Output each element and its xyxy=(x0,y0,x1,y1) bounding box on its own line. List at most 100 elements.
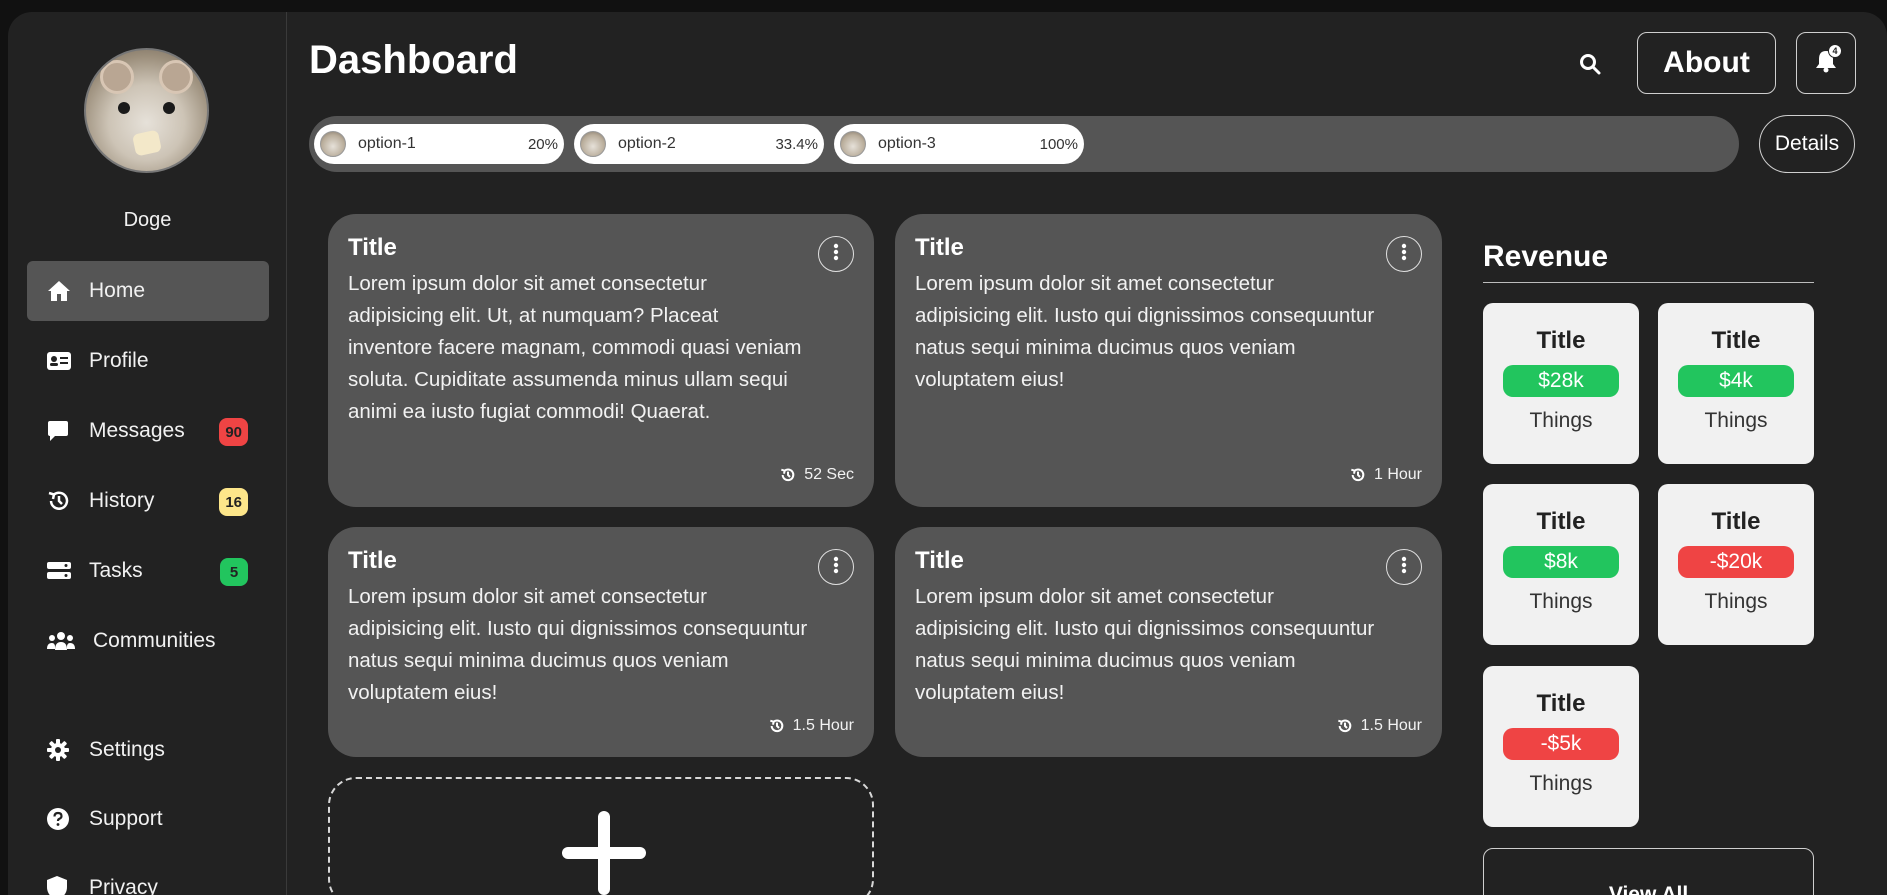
shield-icon xyxy=(47,876,77,895)
add-card-button[interactable] xyxy=(328,777,874,895)
card-timestamp: 52 Sec xyxy=(780,466,854,484)
sidebar-item-label: Communities xyxy=(93,629,216,652)
option-percent: 33.4% xyxy=(775,135,818,153)
message-icon xyxy=(47,419,77,443)
sidebar-item-label: Home xyxy=(89,279,146,302)
sidebar-item-support[interactable]: Support xyxy=(27,789,269,849)
sidebar-bottom-nav: Settings Support Privacy xyxy=(27,720,269,895)
username: Doge xyxy=(123,209,172,231)
sidebar-item-communities[interactable]: Communities xyxy=(27,611,269,671)
option-pill[interactable]: option-1 20% xyxy=(314,124,564,164)
card-title: Title xyxy=(915,234,964,261)
sidebar-item-label: Support xyxy=(89,807,163,830)
history-icon xyxy=(47,489,77,513)
card-body: Lorem ipsum dolor sit amet consectetur a… xyxy=(348,585,808,704)
messages-badge: 90 xyxy=(219,418,248,446)
revenue-divider xyxy=(1483,282,1814,283)
more-vertical-icon xyxy=(1401,556,1407,579)
card-time-label: 1.5 Hour xyxy=(1360,717,1422,734)
revenue-card[interactable]: Title $8k Things xyxy=(1483,484,1639,645)
notification-count: 4 xyxy=(1828,44,1842,58)
sidebar-item-settings[interactable]: Settings xyxy=(27,720,269,780)
card-menu-button[interactable] xyxy=(818,549,854,585)
card-title: Title xyxy=(348,234,397,261)
option-avatar xyxy=(840,131,866,157)
option-label: option-1 xyxy=(358,135,416,152)
revenue-card[interactable]: Title -$20k Things xyxy=(1658,484,1814,645)
option-avatar xyxy=(580,131,606,157)
revenue-card[interactable]: Title $28k Things xyxy=(1483,303,1639,464)
revenue-card-value: $4k xyxy=(1678,365,1794,397)
home-icon xyxy=(47,279,77,303)
sidebar: Doge Home Profile Messages 90 History 16… xyxy=(8,12,287,895)
search-button[interactable] xyxy=(1572,48,1608,84)
option-label: option-2 xyxy=(618,135,676,152)
option-percent: 20% xyxy=(527,135,558,153)
revenue-card-value: $8k xyxy=(1503,546,1619,578)
sidebar-item-label: Profile xyxy=(89,349,149,372)
more-vertical-icon xyxy=(1401,243,1407,266)
sidebar-item-privacy[interactable]: Privacy xyxy=(27,858,269,895)
avatar-ear-right xyxy=(159,60,193,94)
gear-icon xyxy=(47,738,77,762)
post-card: Title Lorem ipsum dolor sit amet consect… xyxy=(895,527,1442,757)
more-vertical-icon xyxy=(833,243,839,266)
revenue-card-label: Things xyxy=(1704,409,1768,432)
card-menu-button[interactable] xyxy=(818,236,854,272)
page-title: Dashboard xyxy=(309,38,518,82)
history-icon xyxy=(1350,467,1366,483)
sidebar-item-history[interactable]: History 16 xyxy=(27,471,269,531)
card-timestamp: 1 Hour xyxy=(1350,466,1422,484)
card-time-label: 1.5 Hour xyxy=(792,717,854,734)
card-title: Title xyxy=(915,547,964,574)
notifications-button[interactable]: 4 xyxy=(1796,32,1856,94)
history-icon xyxy=(769,718,785,734)
revenue-card[interactable]: Title $4k Things xyxy=(1658,303,1814,464)
sidebar-item-messages[interactable]: Messages 90 xyxy=(27,401,269,461)
revenue-card-title: Title xyxy=(1711,508,1761,535)
revenue-card-label: Things xyxy=(1704,590,1768,613)
revenue-card[interactable]: Title -$5k Things xyxy=(1483,666,1639,827)
sidebar-item-label: Privacy xyxy=(89,876,158,895)
revenue-card-title: Title xyxy=(1536,327,1586,354)
app-window: Doge Home Profile Messages 90 History 16… xyxy=(8,12,1887,895)
revenue-title: Revenue xyxy=(1483,240,1609,273)
sidebar-item-label: Messages xyxy=(89,419,185,442)
card-title: Title xyxy=(348,547,397,574)
revenue-card-title: Title xyxy=(1711,327,1761,354)
users-icon xyxy=(47,629,81,653)
avatar-eye-right xyxy=(163,102,175,114)
option-label: option-3 xyxy=(878,135,936,152)
history-icon xyxy=(780,467,796,483)
revenue-card-title: Title xyxy=(1536,508,1586,535)
sidebar-item-home[interactable]: Home xyxy=(27,261,269,321)
sidebar-item-label: Tasks xyxy=(89,559,143,582)
sidebar-item-label: Settings xyxy=(89,738,165,761)
revenue-card-value: $28k xyxy=(1503,365,1619,397)
option-pill[interactable]: option-3 100% xyxy=(834,124,1084,164)
about-button[interactable]: About xyxy=(1637,32,1776,94)
option-pill[interactable]: option-2 33.4% xyxy=(574,124,824,164)
revenue-card-label: Things xyxy=(1529,772,1593,795)
more-vertical-icon xyxy=(833,556,839,579)
card-time-label: 1 Hour xyxy=(1373,466,1422,483)
option-avatar xyxy=(320,131,346,157)
tasks-icon xyxy=(47,559,77,583)
revenue-card-label: Things xyxy=(1529,590,1593,613)
id-card-icon xyxy=(47,349,77,373)
avatar[interactable] xyxy=(84,48,209,173)
options-bar: option-1 20% option-2 33.4% option-3 100… xyxy=(309,116,1739,172)
tasks-badge: 5 xyxy=(220,558,248,586)
details-button[interactable]: Details xyxy=(1759,115,1855,173)
sidebar-nav: Home Profile Messages 90 History 16 Task… xyxy=(27,261,269,681)
avatar-ear-left xyxy=(100,60,134,94)
sidebar-item-profile[interactable]: Profile xyxy=(27,331,269,391)
avatar-eye-left xyxy=(118,102,130,114)
post-card: Title Lorem ipsum dolor sit amet consect… xyxy=(328,527,874,757)
sidebar-item-tasks[interactable]: Tasks 5 xyxy=(27,541,269,601)
card-body: Lorem ipsum dolor sit amet consectetur a… xyxy=(915,272,1375,391)
card-menu-button[interactable] xyxy=(1386,549,1422,585)
card-menu-button[interactable] xyxy=(1386,236,1422,272)
revenue-card-value: -$20k xyxy=(1678,546,1794,578)
view-all-button[interactable]: View All xyxy=(1483,848,1814,895)
